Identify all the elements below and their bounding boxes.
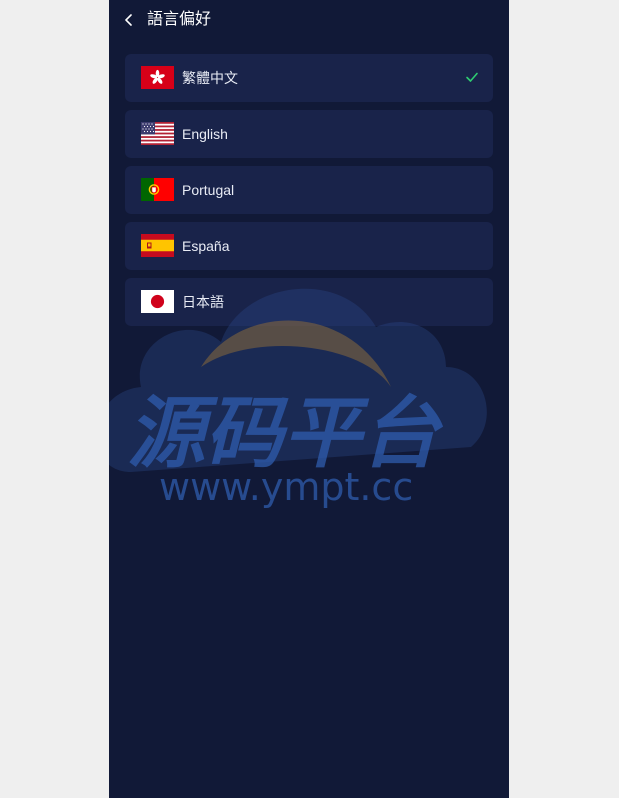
japan-flag-icon bbox=[141, 290, 174, 313]
language-label: English bbox=[182, 126, 228, 142]
portugal-flag-icon bbox=[141, 178, 174, 201]
checkmark-icon bbox=[465, 70, 479, 84]
language-label: España bbox=[182, 238, 230, 254]
spain-flag-icon bbox=[141, 234, 174, 257]
language-item-portuguese[interactable]: Portugal bbox=[125, 166, 493, 214]
watermark-url-text: www.ympt.cc bbox=[159, 465, 413, 509]
us-flag-icon bbox=[141, 122, 174, 145]
header: 語言偏好 bbox=[109, 0, 509, 40]
page-title: 語言偏好 bbox=[147, 9, 212, 28]
hong-kong-flag-icon bbox=[141, 66, 174, 89]
watermark-chinese-text: 源码平台 bbox=[127, 389, 444, 479]
back-button[interactable] bbox=[121, 10, 137, 30]
language-item-spanish[interactable]: España bbox=[125, 222, 493, 270]
app-screen: 語言偏好 繁體中文 English Portugal España 日本語 源码… bbox=[109, 0, 509, 798]
language-label: 繁體中文 bbox=[182, 70, 238, 86]
language-list: 繁體中文 English Portugal España 日本語 bbox=[125, 54, 493, 334]
language-label: 日本語 bbox=[182, 294, 224, 310]
language-item-japanese[interactable]: 日本語 bbox=[125, 278, 493, 326]
language-label: Portugal bbox=[182, 182, 235, 198]
language-item-english[interactable]: English bbox=[125, 110, 493, 158]
chevron-left-icon bbox=[125, 14, 132, 26]
language-item-traditional-chinese[interactable]: 繁體中文 bbox=[125, 54, 493, 102]
